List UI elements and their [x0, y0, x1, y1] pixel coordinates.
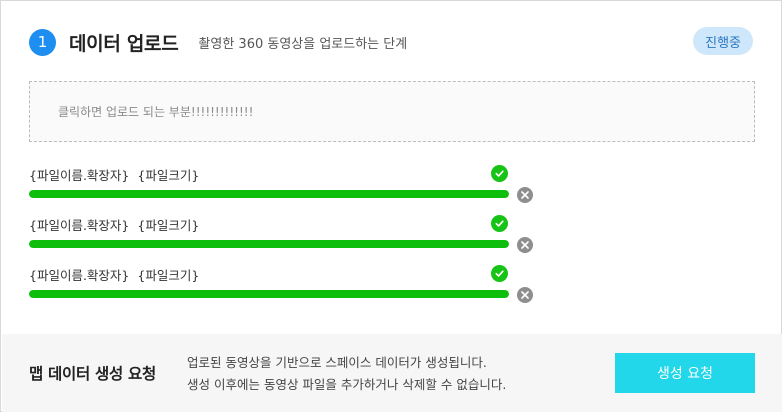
page-title: 데이터 업로드 — [69, 32, 179, 55]
upload-dropzone[interactable]: 클릭하면 업로드 되는 부분!!!!!!!!!!!!! — [29, 81, 755, 142]
create-request-button[interactable]: 생성 요청 — [615, 353, 755, 393]
footer-desc-line2: 생성 이후에는 동영상 파일을 추가하거나 삭제할 수 없습니다. — [187, 377, 507, 392]
file-size: {파일크기} — [137, 268, 200, 283]
close-circle-icon[interactable] — [517, 287, 533, 303]
file-meta: {파일이름.확장자} {파일크기} — [29, 215, 199, 234]
file-item: {파일이름.확장자} {파일크기} — [29, 263, 539, 313]
check-circle-icon — [491, 265, 508, 282]
upload-progress-fill — [29, 190, 509, 198]
upload-progress-bar — [29, 240, 509, 248]
file-meta: {파일이름.확장자} {파일크기} — [29, 165, 199, 184]
file-name: {파일이름.확장자} — [29, 268, 130, 283]
file-item: {파일이름.확장자} {파일크기} — [29, 163, 539, 213]
footer-description: 업로된 동영상을 기반으로 스페이스 데이터가 생성됩니다. 생성 이후에는 동… — [187, 352, 506, 396]
check-circle-icon — [491, 215, 508, 232]
close-circle-icon[interactable] — [517, 237, 533, 253]
upload-progress-bar — [29, 190, 509, 198]
close-circle-icon[interactable] — [517, 187, 533, 203]
file-size: {파일크기} — [137, 218, 200, 233]
step-header: 1 데이터 업로드 촬영한 360 동영상을 업로드하는 단계 진행중 — [29, 25, 753, 59]
upload-progress-fill — [29, 240, 509, 248]
file-meta: {파일이름.확장자} {파일크기} — [29, 265, 199, 284]
file-item: {파일이름.확장자} {파일크기} — [29, 213, 539, 263]
check-circle-icon — [491, 165, 508, 182]
footer-title: 맵 데이터 생성 요청 — [29, 365, 156, 383]
file-name: {파일이름.확장자} — [29, 168, 130, 183]
file-name: {파일이름.확장자} — [29, 218, 130, 233]
upload-panel: 1 데이터 업로드 촬영한 360 동영상을 업로드하는 단계 진행중 클릭하면… — [0, 0, 782, 412]
upload-progress-fill — [29, 290, 509, 298]
footer-bar: 맵 데이터 생성 요청 업로된 동영상을 기반으로 스페이스 데이터가 생성됩니… — [2, 334, 782, 412]
file-list: {파일이름.확장자} {파일크기} {파일이름.확장자} {파일크기} {파일이… — [29, 163, 539, 313]
step-number-badge: 1 — [29, 28, 56, 56]
status-badge: 진행중 — [693, 27, 753, 55]
file-size: {파일크기} — [137, 168, 200, 183]
dropzone-text: 클릭하면 업로드 되는 부분!!!!!!!!!!!!! — [58, 105, 254, 119]
upload-progress-bar — [29, 290, 509, 298]
page-subtitle: 촬영한 360 동영상을 업로드하는 단계 — [198, 36, 408, 52]
footer-desc-line1: 업로된 동영상을 기반으로 스페이스 데이터가 생성됩니다. — [187, 355, 487, 370]
